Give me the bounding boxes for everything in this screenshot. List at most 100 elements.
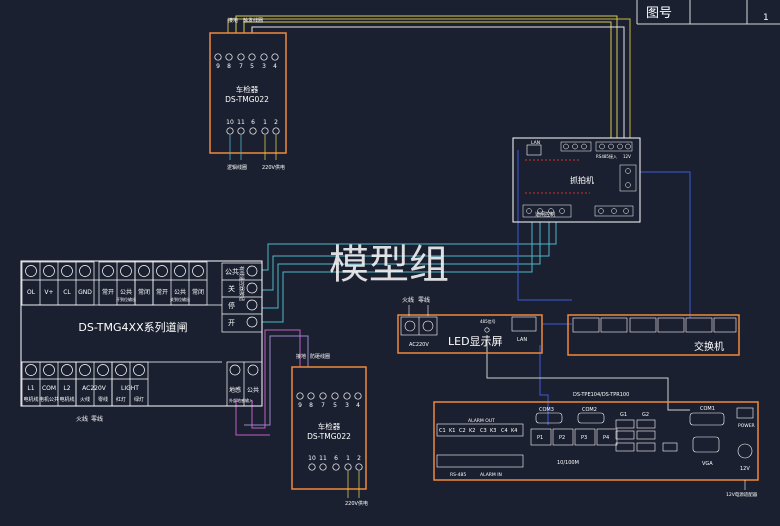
controller-alarm-in: ALARM IN <box>480 472 502 478</box>
detector-top-pin: 5 <box>250 63 254 70</box>
camera-label-rs485: RS485接入 <box>596 153 617 159</box>
title-block: 图号 1 <box>636 0 780 25</box>
barrier-terminal-com-1: 公共 <box>120 288 132 296</box>
title-block-value: 1 <box>763 13 769 23</box>
camera-top-terminals <box>560 141 633 152</box>
controller-power-switch <box>736 407 754 419</box>
controller-lan-p1: P1 <box>537 435 543 441</box>
barrier-power-live: 火线 <box>76 415 88 423</box>
barrier-power-neutral: 零线 <box>91 415 103 423</box>
controller-dc-jack <box>737 443 753 459</box>
network-switch: 交换机 <box>567 314 740 356</box>
detector-bottom-pin: 3 <box>345 402 349 409</box>
detector-top-label-power: 220V供电 <box>262 164 285 171</box>
detector-top-pin: 7 <box>239 63 243 70</box>
detector-bottom-label-anti-smash: 防砸线圈 <box>310 353 330 360</box>
barrier-side-close: 关 <box>228 284 235 293</box>
barrier-terminal-cl: CL <box>63 289 71 296</box>
controller-alarm-term: C2 <box>459 428 466 434</box>
controller-com3-port <box>535 412 563 424</box>
barrier-bottom-sub: 电机线 <box>23 396 38 403</box>
controller-com1-port <box>689 412 725 426</box>
barrier-terminal-no-1: 常开 <box>102 288 114 296</box>
detector-bottom-pin: 7 <box>321 402 325 409</box>
barrier-aux-common: 公共 <box>247 386 259 394</box>
led-power-neutral: 零线 <box>418 296 430 304</box>
barrier-terminal-com: COM <box>42 385 56 392</box>
wire-camera-power <box>640 171 691 318</box>
title-block-label: 图号 <box>646 6 672 21</box>
controller-frame <box>433 401 759 481</box>
camera-side-terminal <box>619 164 637 192</box>
barrier-gate: OL V+ CL GND 常开 公共 常闭 常开 公共 常闭 开到位输出 关到位… <box>20 260 263 423</box>
controller-alarm-out: ALARM OUT <box>468 418 495 424</box>
controller-com2-port <box>577 412 605 424</box>
detector-bottom-pin: 10 <box>308 455 316 462</box>
led-lan-label: LAN <box>517 337 527 343</box>
detector-top-label-ground: 接地 <box>228 17 238 24</box>
detector-top-pin: 3 <box>262 63 266 70</box>
camera-title: 抓拍机 <box>570 175 594 185</box>
detector-top-pin: 11 <box>237 119 245 126</box>
switch-label: 交换机 <box>694 340 724 353</box>
barrier-terminal-no-2: 常开 <box>156 288 168 296</box>
detector-bottom-pin: 9 <box>298 402 302 409</box>
detector-top-pin: 6 <box>251 119 255 126</box>
controller-alarm-term: C4 <box>501 428 508 434</box>
detector-top-model: DS-TMG022 <box>225 95 269 104</box>
led-label: LED显示屏 <box>448 335 503 348</box>
vehicle-detector-bottom: 接地 防砸线圈 9 8 7 5 3 4 车检器 DS-TMG022 10 11 … <box>291 353 368 507</box>
detector-top-pin: 10 <box>226 119 234 126</box>
detector-bottom-pin: 4 <box>356 402 360 409</box>
wires <box>227 15 691 436</box>
camera-label-12v: 12V <box>623 154 631 159</box>
led-signal-label: 485信号 <box>480 318 496 324</box>
capture-camera: LAN RS485接入 12V 抓拍机 道闸控制 <box>512 137 641 223</box>
barrier-bottom-sub: 电机公共 <box>39 396 59 403</box>
controller-model: DS-TPE104/DS-TPR100 <box>573 392 629 398</box>
barrier-side-common: 公共 <box>225 267 239 276</box>
controller-g1: G1 <box>620 412 627 418</box>
barrier-top-sub-open: 开到位输出 <box>116 296 136 302</box>
barrier-terminal-com-2: 公共 <box>174 288 186 296</box>
barrier-aux-loop: 地感 <box>229 386 241 394</box>
detector-top-pin: 4 <box>273 63 277 70</box>
controller: DS-TPE104/DS-TPR100 ALARM OUT C1 K1 C2 K… <box>433 392 759 498</box>
detector-bottom-pin: 6 <box>334 455 338 462</box>
barrier-terminal-ol: OL <box>27 289 36 296</box>
barrier-terminal-light: LIGHT <box>121 385 139 392</box>
barrier-side-stop: 停 <box>228 301 235 310</box>
watermark: 模型组 <box>329 242 449 288</box>
barrier-side-note: 有线遥控器按钮 <box>238 266 245 301</box>
barrier-terminal-gnd: GND <box>78 289 92 296</box>
controller-alarm-term: K1 <box>449 428 455 434</box>
controller-alarm-term: K2 <box>469 428 475 434</box>
wire-trigger-3 <box>227 18 631 138</box>
controller-rs485: RS-485 <box>450 472 466 478</box>
vehicle-detector-top: 接地 触发线圈 9 8 7 5 3 4 车检器 DS-TMG022 10 11 … <box>209 17 287 171</box>
controller-alarm-in-block <box>436 454 524 468</box>
detector-top-label-logic: 逻辑线圈 <box>227 164 247 171</box>
led-signal-port <box>484 327 490 333</box>
wire-aux-3 <box>244 335 309 426</box>
controller-net: 10/100M <box>557 460 579 466</box>
detector-bottom-label-ground: 接地 <box>296 353 306 360</box>
controller-g-ports <box>615 419 656 452</box>
detector-bottom-pin: 1 <box>346 455 350 462</box>
barrier-terminal-nc-1: 常闭 <box>138 288 150 296</box>
controller-alarm-term: K3 <box>490 428 496 434</box>
detector-bottom-pin: 5 <box>333 402 337 409</box>
barrier-bottom-sub: 绿灯 <box>134 396 144 403</box>
controller-12v: 12V <box>740 466 750 472</box>
detector-top-pin: 9 <box>216 63 220 70</box>
detector-bottom-pin: 2 <box>357 455 361 462</box>
barrier-bottom-sub: 电机线 <box>59 396 74 403</box>
camera-label-gate-control: 道闸控制 <box>535 211 555 218</box>
led-lan-port <box>511 316 537 332</box>
controller-vga-port <box>692 436 720 453</box>
detector-top-pin: 8 <box>227 63 231 70</box>
barrier-bottom-sub: 零线 <box>98 396 108 403</box>
wire-lan-camera <box>517 150 572 301</box>
controller-alarm-term: C3 <box>480 428 487 434</box>
controller-g2: G2 <box>642 412 649 418</box>
